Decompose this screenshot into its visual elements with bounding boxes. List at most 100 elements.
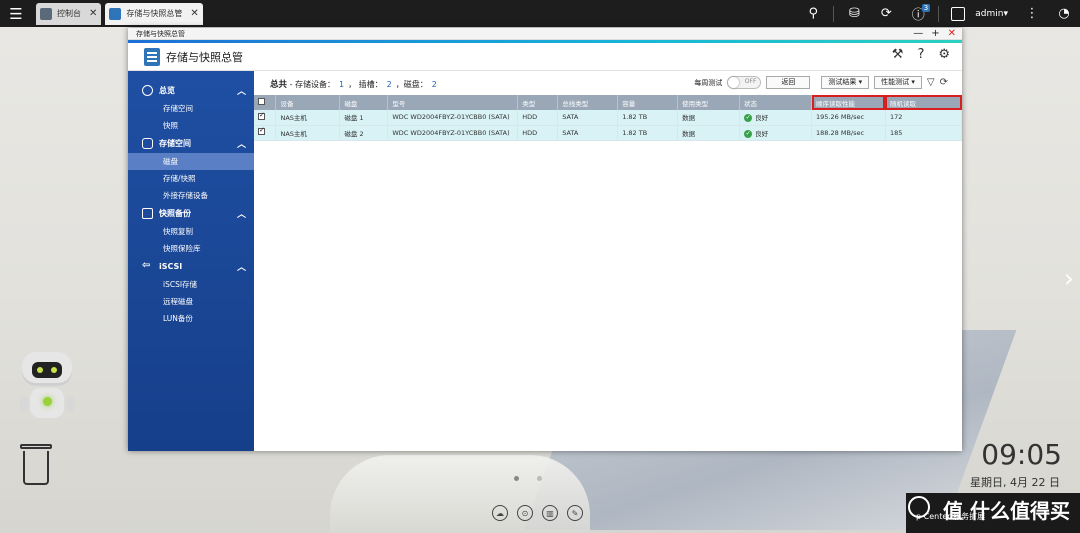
- column-header[interactable]: 型号: [387, 95, 519, 110]
- maximize-icon[interactable]: +: [931, 28, 939, 40]
- column-header[interactable]: 状态: [739, 95, 813, 110]
- divider: [938, 5, 940, 22]
- app-center-icon[interactable]: ⊙: [517, 505, 533, 521]
- sidebar-group-storage[interactable]: 存储空间 ︿: [128, 134, 254, 153]
- summary-devices: 1: [339, 80, 345, 89]
- row-checkbox-cell[interactable]: [254, 110, 277, 126]
- performance-test-dropdown[interactable]: 性能测试 ▾: [874, 76, 922, 89]
- select-all-checkbox[interactable]: [258, 98, 265, 105]
- bottom-dock: ☁ ⊙ ▥ ✎: [492, 505, 583, 521]
- edit-icon[interactable]: ✎: [567, 505, 583, 521]
- cell-usage: 数据: [677, 110, 741, 126]
- column-header[interactable]: 使用类型: [677, 95, 741, 110]
- sidebar-item-remote-disk[interactable]: 远程磁盘: [128, 293, 254, 310]
- column-header[interactable]: 类型: [517, 95, 559, 110]
- sync-icon[interactable]: ⟳: [870, 0, 902, 27]
- search-icon[interactable]: ⚲: [797, 0, 829, 27]
- sidebar-item-disks[interactable]: 磁盘: [128, 153, 254, 170]
- sidebar-item-snapshot[interactable]: 快照: [128, 117, 254, 134]
- storage-app-icon: [144, 47, 160, 66]
- snapshot-icon: [142, 208, 153, 219]
- row-checkbox-cell[interactable]: [254, 125, 277, 141]
- summary-prefix: 总共: [270, 80, 288, 90]
- filter-icon[interactable]: ▽: [927, 77, 935, 88]
- sidebar-item-external-storage[interactable]: 外接存储设备: [128, 187, 254, 204]
- gear-icon[interactable]: ⚙: [938, 47, 950, 62]
- refresh-icon[interactable]: ⟳: [940, 77, 948, 88]
- page-dot[interactable]: [537, 476, 542, 481]
- page-indicator: [514, 476, 542, 481]
- sidebar-group-iscsi[interactable]: ⇦ iSCSI ︿: [128, 257, 254, 276]
- storage-app-icon: [109, 7, 122, 20]
- close-icon[interactable]: ✕: [89, 8, 97, 19]
- toggle-state: OFF: [744, 78, 757, 85]
- chevron-right-icon[interactable]: ›: [1064, 264, 1074, 294]
- notification-icon[interactable]: ⓘ 3: [902, 0, 934, 27]
- cell-status: ✓ 良好: [739, 110, 813, 126]
- column-header[interactable]: 总线类型: [557, 95, 619, 110]
- back-button[interactable]: 返回: [766, 76, 811, 89]
- cell-device: NAS主机: [275, 110, 341, 126]
- column-header[interactable]: 磁盘: [339, 95, 389, 110]
- trash-lid: [20, 444, 52, 449]
- cell-seq-read: 195.26 MB/sec: [811, 110, 886, 126]
- table-row[interactable]: NAS主机 磁盘 2 WDC WD2004FBYZ-01YCBB0 (SATA)…: [254, 125, 963, 141]
- cell-usage: 数据: [677, 125, 741, 141]
- grid-apps-icon[interactable]: ▥: [542, 505, 558, 521]
- window-title: 存储与快照总管: [136, 30, 185, 38]
- column-header-random-read[interactable]: 随机读取: [885, 95, 963, 110]
- chevron-up-icon: ︿: [236, 210, 246, 220]
- trash-bin: [23, 451, 49, 485]
- dashboard-icon[interactable]: ◔: [1048, 0, 1080, 27]
- sidebar-group-snapshot-backup[interactable]: 快照备份 ︿: [128, 204, 254, 223]
- tab-label: 存储与快照总管: [126, 9, 183, 18]
- column-header[interactable]: 容量: [617, 95, 679, 110]
- row-checkbox[interactable]: [258, 111, 265, 120]
- background-tasks-icon[interactable]: ⛁: [838, 0, 870, 27]
- test-results-dropdown[interactable]: 测试结果 ▾: [821, 76, 870, 89]
- sidebar-item-snapshot-replica[interactable]: 快照复制: [128, 223, 254, 240]
- sidebar-item-storage-space[interactable]: 存储空间: [128, 100, 254, 117]
- table-row[interactable]: NAS主机 磁盘 1 WDC WD2004FBYZ-01YCBB0 (SATA)…: [254, 110, 963, 126]
- cell-model: WDC WD2004FBYZ-01YCBB0 (SATA): [387, 110, 519, 126]
- chevron-up-icon: ︿: [236, 87, 246, 97]
- notification-badge: 3: [921, 4, 931, 12]
- robot-eye: [37, 367, 43, 373]
- weekly-test-toggle[interactable]: OFF: [727, 76, 762, 89]
- minimize-icon[interactable]: —: [913, 28, 923, 40]
- robot-assistant-icon[interactable]: [18, 352, 76, 424]
- cloud-icon[interactable]: ☁: [492, 505, 508, 521]
- diagnostics-icon[interactable]: ⚒: [892, 47, 904, 62]
- app-title: 存储与快照总管: [166, 50, 243, 64]
- control-panel-icon: [40, 7, 52, 20]
- sidebar-item-snapshot-vault[interactable]: 快照保险库: [128, 240, 254, 257]
- page-dot[interactable]: [514, 476, 519, 481]
- more-options-icon[interactable]: ⋮: [1016, 0, 1048, 27]
- tab-control-panel[interactable]: 控制台 ✕: [36, 2, 102, 25]
- close-icon[interactable]: ✕: [190, 8, 198, 19]
- sidebar-item-storage-snapshot[interactable]: 存储/快照: [128, 170, 254, 187]
- cell-random-read: 172: [885, 110, 963, 126]
- summary-disks: 2: [431, 80, 437, 89]
- sidebar-group-label: iSCSI: [159, 262, 183, 271]
- cell-capacity: 1.82 TB: [617, 125, 679, 141]
- tab-label: 控制台: [57, 9, 81, 18]
- sidebar-group-overview[interactable]: 总览 ︿: [128, 81, 254, 100]
- column-header[interactable]: 设备: [275, 95, 341, 110]
- cell-status: ✓ 良好: [739, 125, 813, 141]
- row-checkbox[interactable]: [258, 126, 265, 135]
- sidebar-item-iscsi-storage[interactable]: iSCSI存储: [128, 276, 254, 293]
- tab-storage-snapshots[interactable]: 存储与快照总管 ✕: [105, 2, 203, 25]
- summary-line: 总共 - 存储设备： 1， 插槽： 2 ，磁盘： 2: [270, 78, 441, 90]
- main-menu-icon[interactable]: ☰: [0, 0, 32, 27]
- column-header-seq-read[interactable]: 顺序读取性能: [811, 95, 886, 110]
- trash-icon[interactable]: [20, 444, 52, 486]
- close-icon[interactable]: ✕: [948, 28, 956, 40]
- sidebar-item-lun-backup[interactable]: LUN备份: [128, 310, 254, 327]
- help-icon[interactable]: ?: [917, 47, 924, 62]
- select-all-header[interactable]: [254, 95, 277, 110]
- status-text: 良好: [755, 129, 769, 138]
- window-titlebar[interactable]: 存储与快照总管 — + ✕: [128, 28, 962, 40]
- chevron-up-icon: ︿: [236, 140, 246, 150]
- user-menu[interactable]: admin ▾: [951, 6, 1008, 21]
